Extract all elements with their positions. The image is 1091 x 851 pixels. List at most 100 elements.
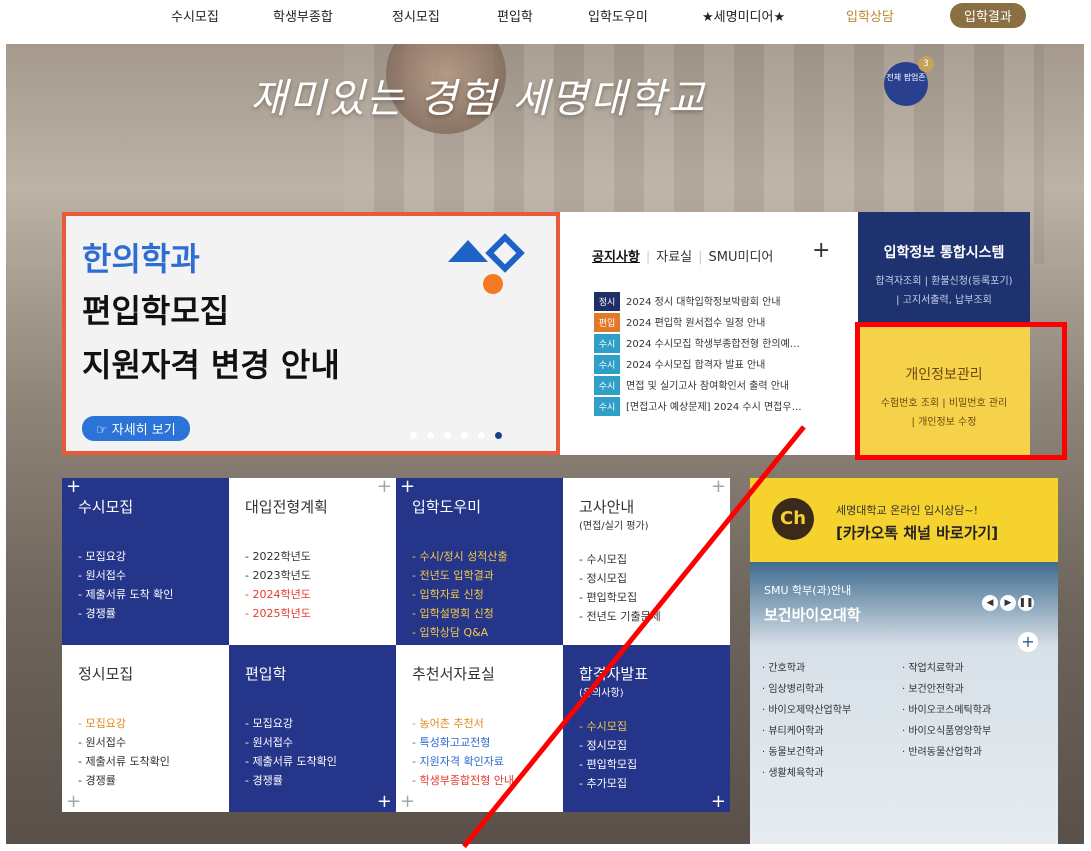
system-links-1[interactable]: 합격자조회 | 환불신청(등록포기): [858, 272, 1030, 287]
card-link[interactable]: 학생부종합전형 안내: [412, 771, 547, 790]
prev-icon[interactable]: ◀: [982, 595, 998, 611]
major-link[interactable]: 동물보건학과: [762, 742, 851, 763]
card-subtitle: (유의사항): [579, 688, 624, 699]
news-item[interactable]: 수시 2024 수시모집 학생부종합전형 한의예…: [594, 334, 844, 355]
card-link[interactable]: 모집요강: [78, 714, 213, 733]
majors-title: 보건바이오대학: [764, 606, 861, 624]
tag-badge: 수시: [594, 397, 620, 416]
slider-dot[interactable]: [461, 432, 468, 439]
card-link[interactable]: 특성화고교전형: [412, 733, 547, 752]
news-more-plus-icon[interactable]: +: [812, 238, 830, 263]
admission-system-panel[interactable]: 입학정보 통합시스템 합격자조회 | 환불신청(등록포기) | 고지서출력, 납…: [858, 212, 1030, 322]
card-helper[interactable]: + 입학도우미 수시/정시 성적산출전년도 입학결과입학자료 신청입학설명회 신…: [396, 476, 563, 645]
card-results[interactable]: 합격자발표 (유의사항) 수시모집정시모집편입학모집추가모집 +: [563, 645, 730, 812]
slider-dots[interactable]: [410, 424, 512, 443]
nav-jeongsi[interactable]: 정시모집: [392, 6, 440, 25]
card-link[interactable]: 전년도 입학결과: [412, 566, 547, 585]
popup-count-badge: 3: [918, 56, 934, 72]
system-title: 입학정보 통합시스템: [883, 245, 1005, 261]
read-more-button[interactable]: ☞ 자세히 보기: [82, 416, 190, 441]
featured-notice[interactable]: 한의학과 편입학모집 지원자격 변경 안내 ☞ 자세히 보기: [62, 212, 560, 455]
major-link[interactable]: 생활체육학과: [762, 763, 851, 784]
card-link[interactable]: 2023학년도: [245, 566, 380, 585]
card-link[interactable]: 2025학년도: [245, 604, 380, 623]
card-link[interactable]: 제출서류 도착확인: [78, 752, 213, 771]
card-link[interactable]: 농어촌 추천서: [412, 714, 547, 733]
card-link[interactable]: 입학상담 Q&A: [412, 623, 547, 642]
card-link[interactable]: 수시모집: [579, 717, 714, 736]
card-susi[interactable]: + 수시모집 모집요강원서접수제출서류 도착 확인경쟁률: [62, 476, 229, 645]
plus-icon: +: [400, 476, 416, 497]
card-link[interactable]: 제출서류 도착 확인: [78, 585, 213, 604]
kakao-line-2: [카카오톡 채널 바로가기]: [836, 524, 999, 542]
slider-dot[interactable]: [410, 432, 417, 439]
nav-consult[interactable]: 입학상담: [846, 6, 894, 25]
nav-student-record[interactable]: 학생부종합: [273, 6, 333, 25]
major-link[interactable]: 임상병리학과: [762, 679, 851, 700]
card-link[interactable]: 모집요강: [245, 714, 380, 733]
nav-susi[interactable]: 수시모집: [171, 6, 219, 25]
card-link[interactable]: 입학자료 신청: [412, 585, 547, 604]
card-link[interactable]: 수시/정시 성적산출: [412, 547, 547, 566]
notice-line-1: 한의학과: [82, 240, 200, 278]
kakao-channel-icon: Ch: [772, 498, 814, 540]
major-link[interactable]: 바이오식품영양학부: [902, 721, 991, 742]
popup-zone-label: 전체 팝업존: [886, 73, 926, 82]
major-link[interactable]: 바이오제약산업학부: [762, 700, 851, 721]
majors-plus-icon[interactable]: +: [1018, 632, 1038, 652]
news-item[interactable]: 수시 2024 수시모집 합격자 발표 안내: [594, 355, 844, 376]
news-item[interactable]: 수시 면접 및 실기고사 참여확인서 출력 안내: [594, 376, 844, 397]
slider-dot[interactable]: [478, 432, 485, 439]
news-item[interactable]: 수시 [면접고사 예상문제] 2024 수시 면접우…: [594, 397, 844, 418]
card-link[interactable]: 2024학년도: [245, 585, 380, 604]
nav-transfer[interactable]: 편입학: [497, 6, 533, 25]
top-nav: 수시모집 학생부종합 정시모집 편입학 입학도우미 ★세명미디어★ 입학상담 입…: [0, 0, 1091, 42]
card-link[interactable]: 2022학년도: [245, 547, 380, 566]
kakao-line-1: 세명대학교 온라인 입시상담~!: [836, 504, 979, 517]
card-link[interactable]: 원서접수: [245, 733, 380, 752]
pause-icon[interactable]: ❚❚: [1018, 595, 1034, 611]
card-link[interactable]: 편입학모집: [579, 755, 714, 774]
card-link[interactable]: 정시모집: [579, 569, 714, 588]
slider-dot-active[interactable]: [495, 432, 502, 439]
card-title: 합격자발표: [579, 665, 649, 683]
nav-helper[interactable]: 입학도우미: [588, 6, 648, 25]
nav-results-button[interactable]: 입학결과: [950, 3, 1026, 28]
next-icon[interactable]: ▶: [1000, 595, 1016, 611]
card-link[interactable]: 원서접수: [78, 566, 213, 585]
tag-badge: 편입: [594, 313, 620, 332]
major-link[interactable]: 간호학과: [762, 658, 851, 679]
tab-media[interactable]: SMU미디어: [709, 250, 774, 265]
card-link[interactable]: 입학설명회 신청: [412, 604, 547, 623]
card-transfer[interactable]: 편입학 모집요강원서접수제출서류 도착확인경쟁률 +: [229, 645, 396, 812]
card-link[interactable]: 경쟁률: [245, 771, 380, 790]
slider-dot[interactable]: [444, 432, 451, 439]
tab-notice[interactable]: 공지사항: [592, 250, 640, 265]
card-jeongsi[interactable]: 정시모집 모집요강원서접수제출서류 도착확인경쟁률 +: [62, 645, 229, 812]
news-item[interactable]: 편입 2024 편입학 원서접수 일정 안내: [594, 313, 844, 334]
popup-zone-button[interactable]: 전체 팝업존 3: [884, 56, 934, 106]
card-link[interactable]: 원서접수: [78, 733, 213, 752]
card-link[interactable]: 경쟁률: [78, 771, 213, 790]
major-link[interactable]: 반려동물산업학과: [902, 742, 991, 763]
kakao-channel-banner[interactable]: Ch 세명대학교 온라인 입시상담~! [카카오톡 채널 바로가기]: [750, 478, 1058, 562]
majors-panel: SMU 학부(과)안내 보건바이오대학 ◀▶❚❚ + 간호학과 임상병리학과 바…: [750, 562, 1058, 844]
card-link[interactable]: 제출서류 도착확인: [245, 752, 380, 771]
news-item[interactable]: 정시 2024 정시 대학입학정보박람회 안내: [594, 292, 844, 313]
card-recommendation[interactable]: 추천서자료실 농어촌 추천서특성화고교전형지원자격 확인자료학생부종합전형 안내…: [396, 645, 563, 812]
card-admission-plan[interactable]: + 대입전형계획 2022학년도2023학년도2024학년도2025학년도: [229, 476, 396, 645]
card-link[interactable]: 편입학모집: [579, 588, 714, 607]
major-link[interactable]: 작업치료학과: [902, 658, 991, 679]
system-links-2[interactable]: | 고지서출력, 납부조회: [858, 291, 1030, 306]
card-link[interactable]: 경쟁률: [78, 604, 213, 623]
card-link[interactable]: 추가모집: [579, 774, 714, 793]
major-link[interactable]: 바이오코스메틱학과: [902, 700, 991, 721]
card-link[interactable]: 모집요강: [78, 547, 213, 566]
major-link[interactable]: 보건안전학과: [902, 679, 991, 700]
slider-dot[interactable]: [427, 432, 434, 439]
nav-media[interactable]: ★세명미디어★: [702, 6, 785, 25]
plus-icon: +: [66, 476, 82, 497]
major-link[interactable]: 뷰티케어학과: [762, 721, 851, 742]
tab-resources[interactable]: 자료실: [656, 250, 692, 265]
card-link[interactable]: 정시모집: [579, 736, 714, 755]
